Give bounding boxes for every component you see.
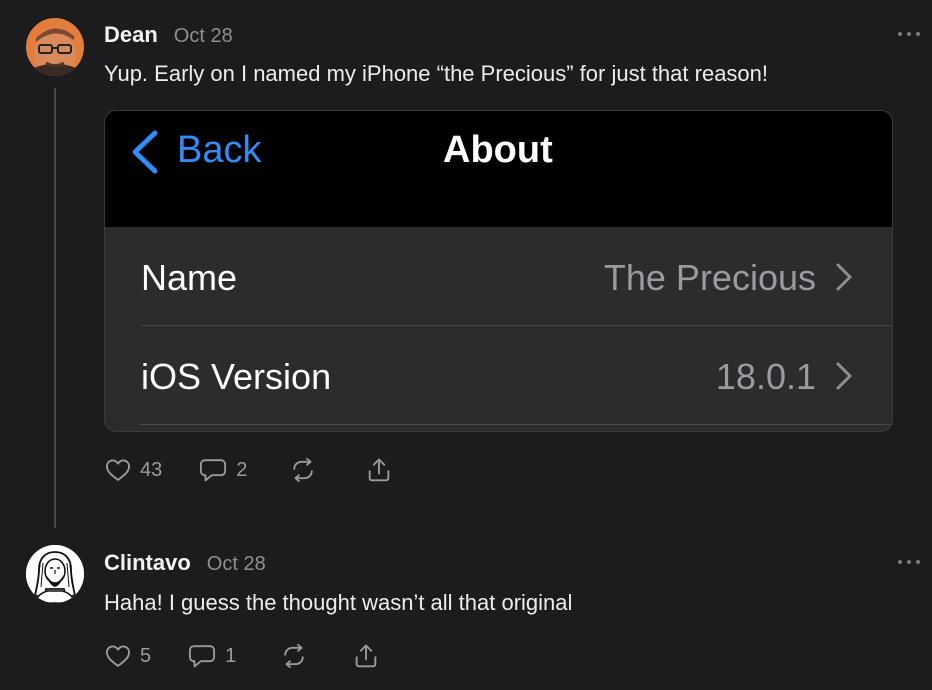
heart-icon xyxy=(105,645,131,667)
share-icon xyxy=(369,458,390,482)
chevron-right-icon xyxy=(836,263,852,291)
ios-nav-bar: Back About xyxy=(105,111,892,227)
share-icon xyxy=(355,644,377,668)
restack-button[interactable] xyxy=(280,642,308,670)
restack-button[interactable] xyxy=(289,456,317,484)
comment-date[interactable]: Oct 28 xyxy=(174,25,233,48)
share-button[interactable] xyxy=(365,456,393,484)
chevron-right-icon xyxy=(836,362,852,390)
comment-button[interactable]: 1 xyxy=(187,642,236,670)
comment-meta: Clintavo Oct 28 xyxy=(104,550,266,576)
comment-text: Haha! I guess the thought wasn’t all tha… xyxy=(104,590,573,615)
back-label: Back xyxy=(177,129,262,171)
restack-icon xyxy=(293,457,314,483)
comment-actions: 43 2 xyxy=(104,456,393,484)
ios-screen-title: About xyxy=(443,129,553,171)
comment-icon xyxy=(200,459,227,482)
embedded-screenshot[interactable]: Back About Name The Precious iOS Version… xyxy=(104,110,893,432)
row-divider xyxy=(141,424,892,425)
like-button[interactable]: 5 xyxy=(104,642,151,670)
row-value: 18.0.1 xyxy=(715,356,816,397)
row-value: The Precious xyxy=(603,257,816,298)
row-label: Name xyxy=(141,257,238,298)
avatar-dean[interactable] xyxy=(26,18,84,76)
comment-actions: 5 1 xyxy=(104,642,380,670)
like-button[interactable]: 43 xyxy=(104,456,162,484)
back-chevron-icon xyxy=(132,130,158,174)
comment-thread: Dean Oct 28 Yup. Early on I named my iPh… xyxy=(0,0,932,690)
more-icon[interactable] xyxy=(898,32,920,38)
share-button[interactable] xyxy=(352,642,380,670)
comment-count: 1 xyxy=(225,644,237,667)
comment-date[interactable]: Oct 28 xyxy=(207,553,266,576)
row-label: iOS Version xyxy=(141,356,332,397)
comment-icon xyxy=(189,645,216,668)
thread-line xyxy=(54,88,56,528)
settings-row-name: Name The Precious xyxy=(105,227,892,325)
author-name[interactable]: Clintavo xyxy=(104,550,191,576)
more-icon[interactable] xyxy=(898,560,920,566)
like-count: 5 xyxy=(140,644,152,667)
comment-count: 2 xyxy=(236,458,248,481)
comment-meta: Dean Oct 28 xyxy=(104,22,233,48)
comment-button[interactable]: 2 xyxy=(198,456,247,484)
avatar-clintavo[interactable] xyxy=(26,545,84,603)
settings-row-ios-version: iOS Version 18.0.1 xyxy=(105,326,892,424)
heart-icon xyxy=(105,459,131,481)
author-name[interactable]: Dean xyxy=(104,22,158,48)
like-count: 43 xyxy=(140,458,163,481)
comment-text: Yup. Early on I named my iPhone “the Pre… xyxy=(104,61,769,86)
restack-icon xyxy=(284,643,304,669)
